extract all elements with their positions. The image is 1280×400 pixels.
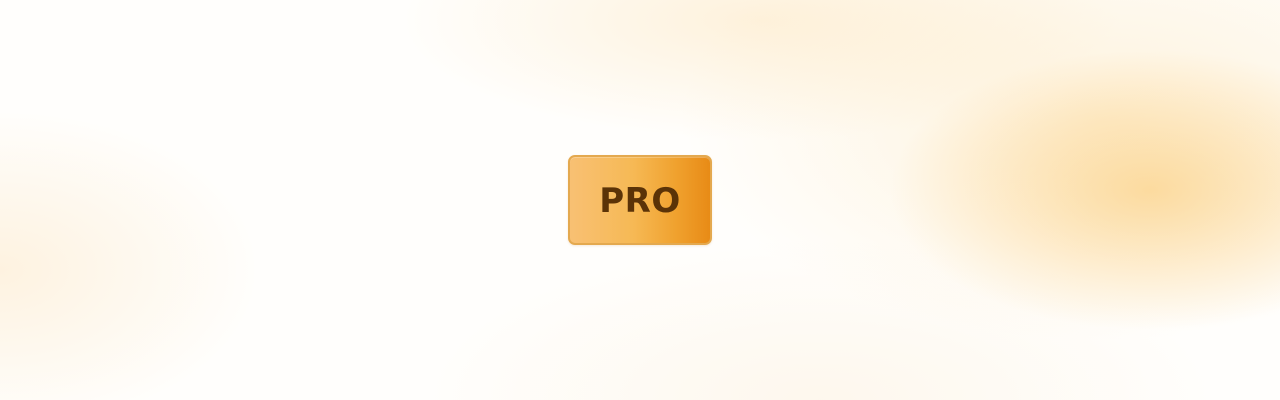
pro-badge[interactable]: PRO	[568, 155, 712, 245]
pro-badge-label: PRO	[599, 181, 681, 221]
page-canvas: PRO	[0, 0, 1280, 400]
